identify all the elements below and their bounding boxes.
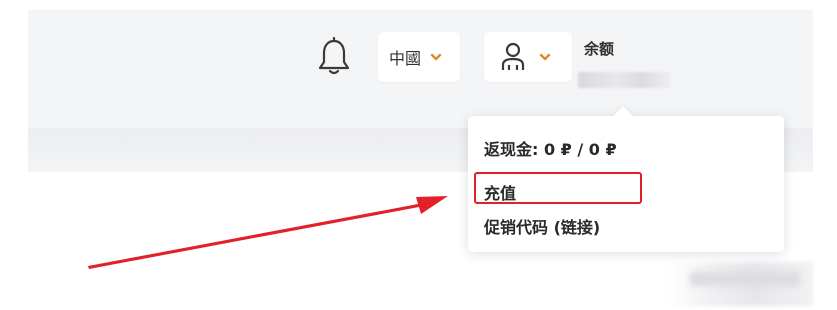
notification-button[interactable] [316, 36, 352, 78]
user-dropdown-menu: 返现金: 0 ₽ / 0 ₽ 充值 促销代码 (链接) [468, 116, 784, 252]
user-menu-button[interactable] [484, 32, 572, 82]
menu-item-promo-code[interactable]: 促销代码 (链接) [484, 214, 600, 238]
bell-icon [318, 36, 350, 75]
chevron-down-icon [539, 53, 551, 61]
menu-item-recharge[interactable]: 充值 [484, 180, 516, 204]
language-selector[interactable]: 中國 [378, 32, 460, 82]
user-icon [501, 42, 525, 70]
chevron-down-icon [430, 53, 442, 61]
blurred-element-spot [690, 272, 800, 286]
language-label: 中國 [389, 49, 422, 68]
balance-value-redacted [578, 72, 670, 88]
cashback-info: 返现金: 0 ₽ / 0 ₽ [484, 140, 617, 159]
balance-label: 余额 [584, 40, 615, 58]
page: 中國 余额 返现金: 0 ₽ / 0 ₽ 充值 促销代码 (链接) [0, 0, 837, 310]
